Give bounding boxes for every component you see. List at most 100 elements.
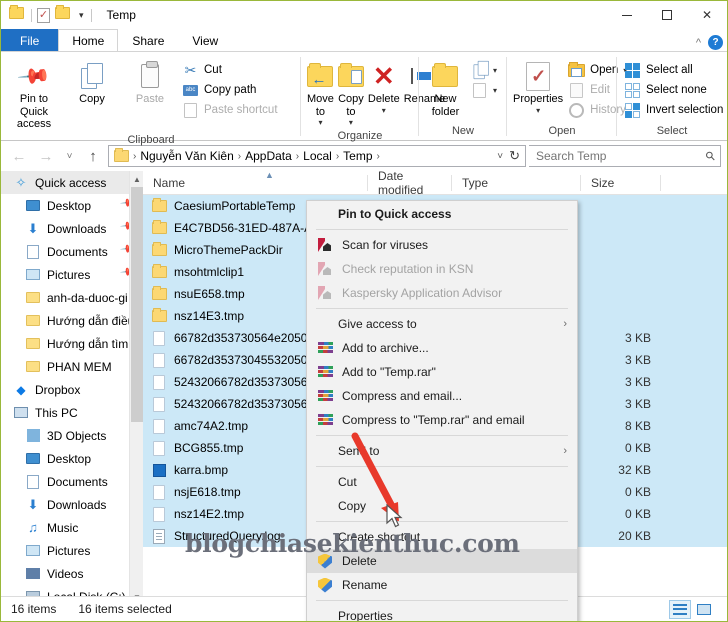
cut-button[interactable]: ✂ Cut bbox=[179, 60, 284, 80]
winrar-icon bbox=[317, 388, 333, 404]
menu-item-label: Check reputation in KSN bbox=[342, 262, 474, 276]
menu-item-give-access-to[interactable]: Give access to › bbox=[307, 312, 577, 336]
minimize-button[interactable] bbox=[607, 1, 647, 29]
select-all-button[interactable]: Select all bbox=[621, 60, 727, 80]
chevron-up-icon[interactable]: ^ bbox=[696, 37, 701, 49]
file-name: MicroThemePackDir bbox=[174, 243, 283, 257]
sidebar-item-documents[interactable]: Documents 📌 bbox=[1, 240, 143, 263]
sidebar-item-3d-objects[interactable]: 3D Objects bbox=[1, 424, 143, 447]
file-icon bbox=[151, 374, 167, 390]
folder-icon[interactable] bbox=[9, 5, 26, 23]
sidebar-item-videos[interactable]: Videos bbox=[1, 562, 143, 585]
ribbon-group-open: Properties ▾ Open ▾ Edit Histo bbox=[507, 52, 627, 140]
sidebar-item-pictures-pc[interactable]: Pictures bbox=[1, 539, 143, 562]
menu-item-pin-to-quick-access[interactable]: Pin to Quick access bbox=[307, 202, 577, 226]
properties-icon[interactable]: ✓ bbox=[37, 7, 50, 23]
invert-selection-button[interactable]: Invert selection bbox=[621, 100, 727, 120]
search-box[interactable]: ⚲ bbox=[529, 145, 721, 167]
folder-icon bbox=[151, 286, 167, 302]
sidebar-item-label: Dropbox bbox=[35, 382, 81, 397]
column-header-size[interactable]: Size bbox=[581, 171, 661, 195]
menu-item-check-reputation-ksn[interactable]: Check reputation in KSN bbox=[307, 257, 577, 281]
menu-item-label: Compress to "Temp.rar" and email bbox=[342, 413, 525, 427]
menu-item-copy[interactable]: Copy bbox=[307, 494, 577, 518]
quick-access-toolbar: ✓ ▾ Temp bbox=[1, 4, 136, 26]
new-folder-icon[interactable] bbox=[55, 5, 72, 23]
sidebar-item-quick-access[interactable]: ✧ Quick access bbox=[1, 171, 143, 194]
move-to-button[interactable]: ← Move to ▾ bbox=[305, 56, 336, 130]
sidebar-item-this-pc[interactable]: This PC bbox=[1, 401, 143, 424]
paste-shortcut-icon bbox=[182, 102, 199, 118]
breadcrumb-item-user[interactable]: Nguyễn Văn Kiên bbox=[138, 149, 235, 163]
tab-home[interactable]: Home bbox=[58, 29, 119, 51]
menu-item-compress-to-temp-rar-and-email[interactable]: Compress to "Temp.rar" and email bbox=[307, 408, 577, 432]
chevron-down-icon[interactable]: ▾ bbox=[77, 10, 86, 21]
menu-item-compress-and-email[interactable]: Compress and email... bbox=[307, 384, 577, 408]
large-icons-view-icon[interactable] bbox=[693, 600, 715, 619]
menu-item-kaspersky-application-advisor[interactable]: Kaspersky Application Advisor bbox=[307, 281, 577, 305]
menu-item-add-to-temp-rar[interactable]: Add to "Temp.rar" bbox=[307, 360, 577, 384]
sidebar-item-huong-dan-tim[interactable]: Hướng dẫn tìm bbox=[1, 332, 143, 355]
sidebar-item-dropbox[interactable]: ◆ Dropbox bbox=[1, 378, 143, 401]
address-breadcrumb-box[interactable]: › Nguyễn Văn Kiên › AppData › Local › Te… bbox=[108, 145, 526, 167]
column-header-date-modified[interactable]: Date modified bbox=[368, 171, 452, 197]
menu-item-properties[interactable]: Properties bbox=[307, 604, 577, 621]
sidebar-item-desktop-pc[interactable]: Desktop bbox=[1, 447, 143, 470]
breadcrumb-item-temp[interactable]: Temp bbox=[341, 149, 374, 163]
documents-icon bbox=[25, 244, 41, 260]
sidebar-item-desktop[interactable]: Desktop 📌 bbox=[1, 194, 143, 217]
ribbon-tabs: File Home Share View ^ ? bbox=[1, 29, 727, 51]
close-button[interactable]: ✕ bbox=[687, 1, 727, 29]
paste-button[interactable]: Paste bbox=[121, 56, 179, 109]
sidebar-item-anh-da-duoc-gi[interactable]: anh-da-duoc-gi bbox=[1, 286, 143, 309]
new-folder-button[interactable]: New folder bbox=[423, 56, 468, 121]
menu-item-scan-for-viruses[interactable]: Scan for viruses bbox=[307, 233, 577, 257]
details-view-icon[interactable] bbox=[669, 599, 691, 619]
breadcrumb-item-local[interactable]: Local bbox=[301, 149, 334, 163]
maximize-button[interactable] bbox=[647, 1, 687, 29]
folder-icon bbox=[151, 242, 167, 258]
delete-button[interactable]: ✕ Delete ▾ bbox=[366, 56, 402, 118]
breadcrumb-item-appdata[interactable]: AppData bbox=[243, 149, 294, 163]
sidebar-item-downloads-pc[interactable]: ⬇ Downloads bbox=[1, 493, 143, 516]
select-none-button[interactable]: Select none bbox=[621, 80, 727, 100]
column-label: Name bbox=[153, 175, 186, 190]
sidebar-item-music[interactable]: ♫ Music bbox=[1, 516, 143, 539]
menu-item-send-to[interactable]: Send to › bbox=[307, 439, 577, 463]
sidebar-item-huong-dan-dieu[interactable]: Hướng dẫn điều bbox=[1, 309, 143, 332]
tab-share[interactable]: Share bbox=[118, 29, 178, 51]
tab-file[interactable]: File bbox=[1, 29, 59, 51]
menu-item-label: Rename bbox=[342, 578, 388, 592]
navigation-scrollbar[interactable]: ▲ ▼ bbox=[129, 171, 143, 605]
scroll-up-icon[interactable]: ▲ bbox=[130, 171, 143, 187]
search-input[interactable] bbox=[534, 148, 707, 164]
new-item-button[interactable]: ▾ bbox=[468, 60, 503, 80]
menu-item-rename[interactable]: Rename bbox=[307, 573, 577, 597]
column-header-type[interactable]: Type bbox=[452, 171, 581, 195]
copy-button[interactable]: Copy bbox=[63, 56, 121, 109]
column-header-name[interactable]: Name ▲ bbox=[143, 171, 368, 195]
breadcrumb-separator: › bbox=[295, 150, 300, 162]
sidebar-item-pictures[interactable]: Pictures 📌 bbox=[1, 263, 143, 286]
chevron-down-icon[interactable]: ˅ bbox=[497, 151, 503, 162]
sidebar-item-documents-pc[interactable]: Documents bbox=[1, 470, 143, 493]
sidebar-item-downloads[interactable]: ⬇ Downloads 📌 bbox=[1, 217, 143, 240]
properties-button[interactable]: Properties ▾ bbox=[511, 56, 565, 118]
folder-icon bbox=[151, 264, 167, 280]
copy-path-button[interactable]: abc Copy path bbox=[179, 80, 284, 100]
select-commands: Select all Select none Invert selection bbox=[621, 56, 727, 120]
tab-view[interactable]: View bbox=[178, 29, 232, 51]
refresh-icon[interactable]: ↻ bbox=[509, 148, 520, 164]
desktop-icon bbox=[25, 198, 41, 214]
easy-access-button[interactable]: ▾ bbox=[468, 80, 503, 100]
menu-item-cut[interactable]: Cut bbox=[307, 470, 577, 494]
pin-to-quick-access-button[interactable]: 📌 Pin to Quick access bbox=[5, 56, 63, 134]
sidebar-item-phan-mem[interactable]: PHAN MEM bbox=[1, 355, 143, 378]
status-selected-count: 16 items selected bbox=[78, 602, 172, 616]
btn-label: Paste shortcut bbox=[204, 104, 278, 116]
paste-shortcut-button[interactable]: Paste shortcut bbox=[179, 100, 284, 120]
scrollbar-thumb[interactable] bbox=[131, 187, 143, 422]
copy-to-button[interactable]: Copy to ▾ bbox=[336, 56, 366, 130]
menu-item-add-to-archive[interactable]: Add to archive... bbox=[307, 336, 577, 360]
help-icon[interactable]: ? bbox=[708, 35, 723, 50]
